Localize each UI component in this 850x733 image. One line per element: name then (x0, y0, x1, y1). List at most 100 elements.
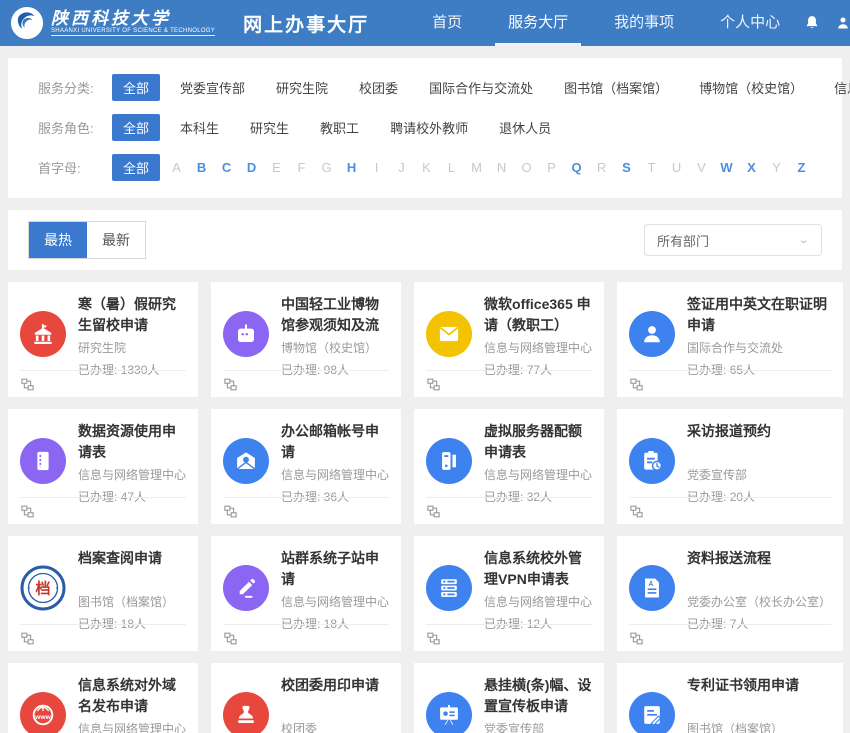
university-logo: 陕西科技大学 SHAANXI UNIVERSITY OF SCIENCE & T… (10, 6, 215, 40)
filter-option[interactable]: 研究生 (239, 114, 300, 141)
workflow-icon[interactable] (629, 377, 644, 392)
service-card[interactable]: 专利证书领用申请图书馆（档案馆）已办理: 3人 (617, 663, 843, 733)
service-card[interactable]: 微软office365 申请（教职工）信息与网络管理中心已办理: 77人 (414, 282, 604, 397)
letter-C[interactable]: C (219, 160, 234, 175)
service-card[interactable]: 档档案查阅申请图书馆（档案馆）已办理: 18人 (8, 536, 198, 651)
letter-O[interactable]: O (519, 160, 534, 175)
card-footer (629, 497, 831, 524)
letter-L[interactable]: L (444, 160, 459, 175)
workflow-icon[interactable] (223, 631, 238, 646)
filter-option[interactable]: 校团委 (348, 74, 409, 101)
letter-P[interactable]: P (544, 160, 559, 175)
workflow-icon[interactable] (629, 631, 644, 646)
museum-icon (223, 311, 269, 357)
service-card[interactable]: A资料报送流程党委办公室（校长办公室）已办理: 7人 (617, 536, 843, 651)
workflow-icon[interactable] (426, 504, 441, 519)
letter-X[interactable]: X (744, 160, 759, 175)
filter-option[interactable]: 图书馆（档案馆） (553, 74, 679, 101)
filter-option[interactable]: 博物馆（校史馆） (688, 74, 814, 101)
card-department: 信息与网络管理中心 (281, 593, 389, 610)
letter-V[interactable]: V (694, 160, 709, 175)
filter-option[interactable]: 研究生院 (265, 74, 339, 101)
service-card[interactable]: 悬挂横(条)幅、设置宣传板申请党委宣传部已办理: 5人 (414, 663, 604, 733)
service-card[interactable]: 签证用中英文在职证明申请国际合作与交流处已办理: 65人 (617, 282, 843, 397)
service-card[interactable]: 办公邮箱帐号申请信息与网络管理中心已办理: 36人 (211, 409, 401, 524)
workflow-icon[interactable] (20, 377, 35, 392)
service-card[interactable]: 中国轻工业博物馆参观须知及流程博物馆（校史馆）已办理: 98人 (211, 282, 401, 397)
nav-item-my-items[interactable]: 我的事项 (591, 0, 697, 46)
workflow-icon[interactable] (223, 377, 238, 392)
service-card[interactable]: 采访报道预约党委宣传部已办理: 20人 (617, 409, 843, 524)
letter-B[interactable]: B (194, 160, 209, 175)
card-department: 图书馆（档案馆） (78, 593, 186, 610)
letter-Y[interactable]: Y (769, 160, 784, 175)
sort-tab[interactable]: 最新 (87, 222, 145, 258)
letter-T[interactable]: T (644, 160, 659, 175)
service-card[interactable]: 寒（暑）假研究生留校申请研究生院已办理: 1330人 (8, 282, 198, 397)
letter-F[interactable]: F (294, 160, 309, 175)
filter-option[interactable]: 全部 (112, 74, 160, 101)
letter-S[interactable]: S (619, 160, 634, 175)
card-title: 档案查阅申请 (78, 548, 186, 590)
letter-W[interactable]: W (719, 160, 734, 175)
service-card[interactable]: 站群系统子站申请信息与网络管理中心已办理: 18人 (211, 536, 401, 651)
portal-title: 网上办事大厅 (243, 10, 369, 37)
card-title: 站群系统子站申请 (281, 548, 389, 590)
service-card[interactable]: 数据资源使用申请表信息与网络管理中心已办理: 47人 (8, 409, 198, 524)
university-logo-icon (10, 6, 44, 40)
department-select[interactable]: 所有部门 ⌄ (644, 224, 822, 256)
card-body: 微软office365 申请（教职工）信息与网络管理中心已办理: 77人 (484, 294, 592, 378)
card-footer (629, 624, 831, 651)
workflow-icon[interactable] (20, 631, 35, 646)
letter-Z[interactable]: Z (794, 160, 809, 175)
letter-Q[interactable]: Q (569, 160, 584, 175)
letter-U[interactable]: U (669, 160, 684, 175)
workflow-icon[interactable] (629, 504, 644, 519)
workflow-icon[interactable] (20, 504, 35, 519)
letter-K[interactable]: K (419, 160, 434, 175)
filter-option[interactable]: 信息与网络管理中心 (823, 74, 850, 101)
filter-option[interactable]: 党委宣传部 (169, 74, 256, 101)
service-card[interactable]: www信息系统对外域名发布申请信息与网络管理中心已办理: 6人 (8, 663, 198, 733)
letter-H[interactable]: H (344, 160, 359, 175)
document-icon: A (629, 565, 675, 611)
workflow-icon[interactable] (426, 631, 441, 646)
nav-item-service-hall[interactable]: 服务大厅 (485, 0, 591, 46)
card-footer (20, 497, 186, 524)
card-title: 签证用中英文在职证明申请 (687, 294, 831, 336)
filter-option[interactable]: 全部 (112, 114, 160, 141)
letter-A[interactable]: A (169, 160, 184, 175)
letter-M[interactable]: M (469, 160, 484, 175)
service-card[interactable]: 信息系统校外管理VPN申请表信息与网络管理中心已办理: 12人 (414, 536, 604, 651)
sort-tab-group: 最热最新 (28, 221, 146, 259)
university-name-en: SHAANXI UNIVERSITY OF SCIENCE & TECHNOLO… (51, 28, 215, 36)
header-right (803, 14, 850, 32)
letter-G[interactable]: G (319, 160, 334, 175)
svg-text:A: A (648, 581, 653, 588)
filter-option[interactable]: 本科生 (169, 114, 230, 141)
service-card[interactable]: 校团委用印申请校团委已办理: 5人 (211, 663, 401, 733)
workflow-icon[interactable] (426, 377, 441, 392)
nav-item-home[interactable]: 首页 (409, 0, 485, 46)
filter-option[interactable]: 聘请校外教师 (379, 114, 479, 141)
nav-item-personal-center[interactable]: 个人中心 (697, 0, 803, 46)
workflow-icon[interactable] (223, 504, 238, 519)
user-icon[interactable] (834, 14, 850, 32)
filter-option[interactable]: 退休人员 (488, 114, 562, 141)
filter-option-all[interactable]: 全部 (112, 154, 160, 181)
letter-E[interactable]: E (269, 160, 284, 175)
letter-D[interactable]: D (244, 160, 259, 175)
sort-tab[interactable]: 最热 (29, 222, 87, 258)
filter-option[interactable]: 国际合作与交流处 (418, 74, 544, 101)
letter-R[interactable]: R (594, 160, 609, 175)
card-body: 寒（暑）假研究生留校申请研究生院已办理: 1330人 (78, 294, 186, 378)
letter-I[interactable]: I (369, 160, 384, 175)
bell-icon[interactable] (803, 14, 821, 32)
card-title: 中国轻工业博物馆参观须知及流程 (281, 294, 389, 336)
letter-J[interactable]: J (394, 160, 409, 175)
service-card[interactable]: 虚拟服务器配额申请表信息与网络管理中心已办理: 32人 (414, 409, 604, 524)
university-name-cn: 陕西科技大学 (51, 10, 215, 28)
letter-N[interactable]: N (494, 160, 509, 175)
card-body: 信息系统校外管理VPN申请表信息与网络管理中心已办理: 12人 (484, 548, 592, 632)
filter-option[interactable]: 教职工 (309, 114, 370, 141)
